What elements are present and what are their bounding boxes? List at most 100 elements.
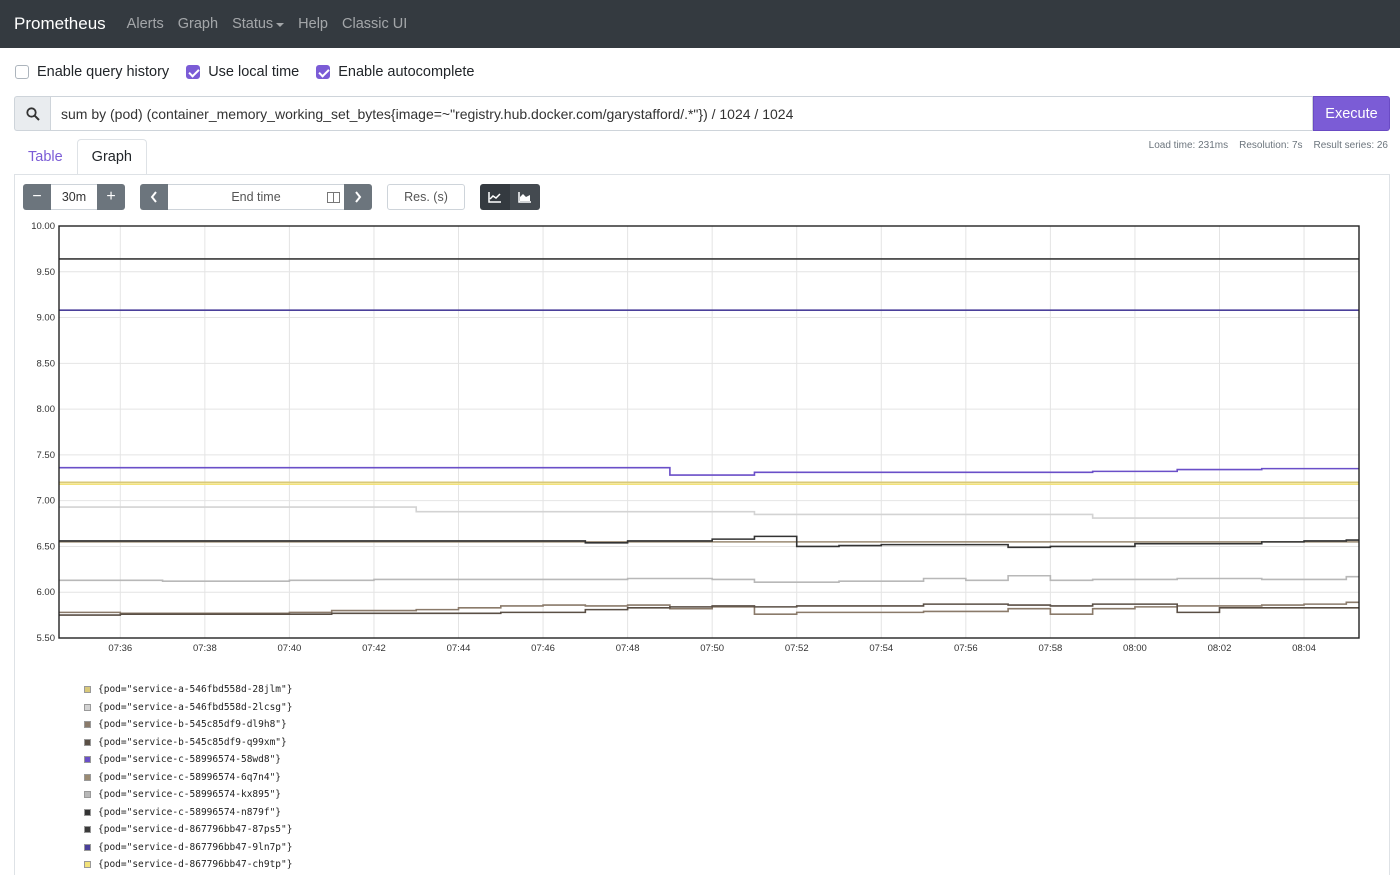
line-chart-icon xyxy=(488,192,501,203)
legend-label: {pod="service-d-867796bb47-9ln7p"} xyxy=(98,841,293,853)
legend-label: {pod="service-a-546fbd558d-2lcsg"} xyxy=(98,701,293,713)
nav-classic-ui[interactable]: Classic UI xyxy=(342,16,407,32)
end-time-group: End time xyxy=(140,184,372,210)
legend-swatch xyxy=(84,791,91,799)
series-line xyxy=(59,506,1359,519)
nav-status-label: Status xyxy=(232,16,274,32)
top-navbar: Prometheus Alerts Graph Status Help Clas… xyxy=(0,0,1400,48)
range-input[interactable]: 30m xyxy=(51,184,97,210)
legend-swatch xyxy=(84,703,91,711)
chevron-left-icon xyxy=(150,191,157,203)
legend-item[interactable]: {pod="service-d-867796bb47-9ln7p"} xyxy=(84,839,292,857)
series-line xyxy=(59,603,1359,616)
local-time-label: Use local time xyxy=(208,64,300,80)
nav-graph[interactable]: Graph xyxy=(178,16,218,32)
legend-swatch xyxy=(84,808,91,816)
tab-table[interactable]: Table xyxy=(14,139,77,175)
x-tick-label: 07:48 xyxy=(616,643,640,654)
chevron-right-icon xyxy=(355,191,362,203)
legend-item[interactable]: {pod="service-d-867796bb47-87ps5"} xyxy=(84,821,292,839)
legend-swatch xyxy=(84,773,91,781)
autocomplete-checkbox[interactable] xyxy=(316,65,331,79)
x-tick-label: 08:02 xyxy=(1208,643,1232,654)
unstacked-button[interactable] xyxy=(480,184,510,210)
stacked-button[interactable] xyxy=(510,184,540,210)
y-tick-label: 9.50 xyxy=(37,267,56,278)
legend-swatch xyxy=(84,861,91,869)
y-tick-label: 7.50 xyxy=(37,450,56,461)
chevron-down-icon xyxy=(276,22,285,27)
option-query-history[interactable]: Enable query history xyxy=(15,64,169,80)
result-series: Result series: 26 xyxy=(1313,140,1388,151)
resolution-input[interactable]: Res. (s) xyxy=(387,184,465,210)
legend-item[interactable]: {pod="service-c-58996574-n879f"} xyxy=(84,804,292,822)
legend-label: {pod="service-b-545c85df9-dl9h8"} xyxy=(98,719,287,731)
increase-range-button[interactable]: + xyxy=(97,184,125,210)
execute-button[interactable]: Execute xyxy=(1313,96,1390,131)
legend-swatch xyxy=(84,686,91,694)
legend-item[interactable]: {pod="service-c-58996574-kx895"} xyxy=(84,786,292,804)
nav-status[interactable]: Status xyxy=(232,16,285,32)
y-tick-label: 8.50 xyxy=(37,358,56,369)
expression-input[interactable]: sum by (pod) (container_memory_working_s… xyxy=(50,96,1313,131)
legend-item[interactable]: {pod="service-b-545c85df9-q99xm"} xyxy=(84,734,292,752)
stack-toggle-group xyxy=(480,184,540,210)
legend-label: {pod="service-a-546fbd558d-28jlm"} xyxy=(98,684,293,696)
end-time-placeholder: End time xyxy=(231,190,281,204)
x-tick-label: 07:42 xyxy=(362,643,386,654)
legend-label: {pod="service-b-545c85df9-q99xm"} xyxy=(98,736,287,748)
legend-item[interactable]: {pod="service-c-58996574-6q7n4"} xyxy=(84,769,292,787)
query-bar: sum by (pod) (container_memory_working_s… xyxy=(14,96,1390,131)
legend-item[interactable]: {pod="service-b-545c85df9-dl9h8"} xyxy=(84,716,292,734)
time-back-button[interactable] xyxy=(140,184,168,210)
legend-swatch xyxy=(84,738,91,746)
series-legend: {pod="service-a-546fbd558d-28jlm"} {pod="… xyxy=(84,681,292,874)
time-forward-button[interactable] xyxy=(344,184,372,210)
y-tick-label: 6.00 xyxy=(37,587,56,598)
resolution-group: Res. (s) xyxy=(387,184,465,210)
legend-label: {pod="service-c-58996574-kx895"} xyxy=(98,789,282,801)
end-time-input[interactable]: End time xyxy=(168,184,344,210)
legend-item[interactable]: {pod="service-a-546fbd558d-28jlm"} xyxy=(84,681,292,699)
y-tick-label: 7.00 xyxy=(37,496,56,507)
y-tick-label: 8.00 xyxy=(37,404,56,415)
legend-swatch xyxy=(84,843,91,851)
tab-graph[interactable]: Graph xyxy=(76,139,147,175)
query-history-checkbox[interactable] xyxy=(15,65,29,79)
legend-label: {pod="service-d-867796bb47-ch9tp"} xyxy=(98,859,293,871)
x-tick-label: 07:40 xyxy=(278,643,302,654)
load-time: Load time: 231ms xyxy=(1148,140,1229,151)
nav-help[interactable]: Help xyxy=(298,16,328,32)
option-local-time[interactable]: Use local time xyxy=(186,64,299,80)
legend-label: {pod="service-c-58996574-6q7n4"} xyxy=(98,771,282,783)
calendar-icon[interactable] xyxy=(327,192,340,203)
range-group: − 30m + xyxy=(23,184,125,210)
legend-swatch xyxy=(84,721,91,729)
x-tick-label: 08:00 xyxy=(1123,643,1147,654)
local-time-checkbox[interactable] xyxy=(186,65,201,79)
x-tick-label: 07:38 xyxy=(193,643,217,654)
brand-logo[interactable]: Prometheus xyxy=(14,14,106,34)
view-tabs: Table Graph xyxy=(14,139,147,175)
option-autocomplete[interactable]: Enable autocomplete xyxy=(316,64,475,80)
nav-alerts[interactable]: Alerts xyxy=(127,16,164,32)
y-tick-label: 5.50 xyxy=(37,633,56,644)
plot-area-border xyxy=(58,225,1360,639)
legend-item[interactable]: {pod="service-d-867796bb47-ch9tp"} xyxy=(84,856,292,874)
graph-controls: − 30m + End time Res. (s) xyxy=(23,184,555,210)
x-tick-label: 07:44 xyxy=(447,643,471,654)
legend-label: {pod="service-c-58996574-58wd8"} xyxy=(98,754,282,766)
legend-label: {pod="service-c-58996574-n879f"} xyxy=(98,806,282,818)
legend-item[interactable]: {pod="service-c-58996574-58wd8"} xyxy=(84,751,292,769)
legend-swatch xyxy=(84,756,91,764)
legend-label: {pod="service-d-867796bb47-87ps5"} xyxy=(98,824,293,836)
x-tick-label: 07:50 xyxy=(700,643,724,654)
x-tick-label: 07:52 xyxy=(785,643,809,654)
x-tick-label: 07:58 xyxy=(1038,643,1062,654)
legend-item[interactable]: {pod="service-a-546fbd558d-2lcsg"} xyxy=(84,699,292,717)
memory-line-chart[interactable]: 10.00 9.50 9.00 8.50 8.00 7.50 7.00 6.50 6.00 5.5… xyxy=(23,220,1368,660)
query-stats: Load time: 231ms Resolution: 7s Result s… xyxy=(1149,140,1388,151)
decrease-range-button[interactable]: − xyxy=(23,184,51,210)
legend-swatch xyxy=(84,826,91,834)
x-tick-label: 07:46 xyxy=(531,643,555,654)
